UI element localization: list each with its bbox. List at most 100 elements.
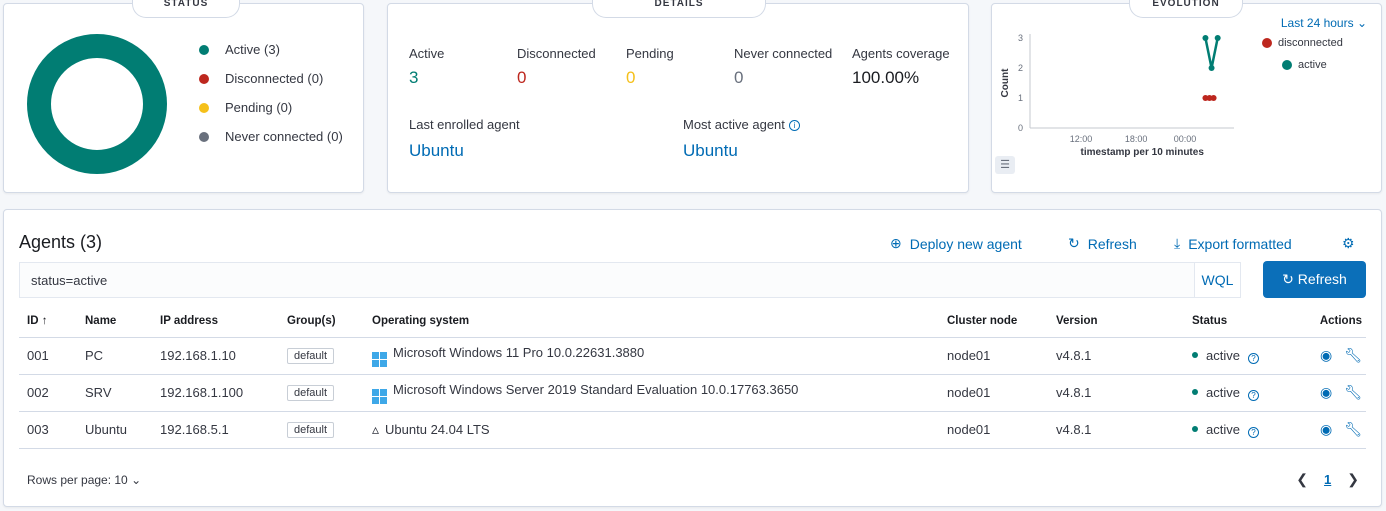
group-badge[interactable]: default: [287, 422, 335, 438]
time-range-picker[interactable]: Last 24 hours ⌄: [1281, 16, 1367, 30]
export-formatted-button[interactable]: ⤓ Export formatted: [1174, 235, 1292, 252]
group-badge[interactable]: default: [287, 348, 335, 364]
stat-label: Never connected: [734, 46, 833, 61]
eye-icon[interactable]: ◉: [1320, 421, 1332, 437]
search-bar[interactable]: status=active WQL: [19, 262, 1241, 298]
last-enrolled-agent: Last enrolled agent Ubuntu: [409, 117, 520, 161]
status-donut-chart[interactable]: [27, 34, 167, 174]
column-header-id[interactable]: ID ↑: [19, 305, 77, 338]
column-header-os[interactable]: Operating system: [364, 305, 939, 338]
evo-legend-label: disconnected: [1278, 37, 1343, 49]
wrench-icon[interactable]: 🔧︎: [1344, 347, 1362, 363]
column-header-ip[interactable]: IP address: [152, 305, 279, 338]
eye-icon[interactable]: ◉: [1320, 384, 1332, 400]
legend-item-pending[interactable]: Pending (0): [199, 93, 343, 122]
stat-label: Disconnected: [517, 46, 596, 61]
status-dot-icon: [1192, 388, 1198, 395]
search-input[interactable]: status=active: [31, 273, 107, 288]
column-header-groups[interactable]: Group(s): [279, 305, 364, 338]
plus-circle-icon: ⊕: [890, 235, 902, 251]
never-connected-dot-icon: [199, 131, 209, 142]
stat-value: 3: [409, 68, 419, 87]
column-header-version[interactable]: Version: [1048, 305, 1184, 338]
most-active-agent-link[interactable]: Ubuntu: [683, 141, 800, 161]
stat-label: Agents coverage: [852, 46, 950, 61]
list-icon[interactable]: ☰: [995, 156, 1015, 174]
refresh-link-button[interactable]: ↻ Refresh: [1068, 235, 1137, 252]
column-header-status[interactable]: Status: [1184, 305, 1299, 338]
help-icon[interactable]: ?: [1247, 426, 1259, 438]
table-header-row: ID ↑ Name IP address Group(s) Operating …: [19, 305, 1366, 338]
stat-never-connected[interactable]: Never connected 0: [734, 46, 832, 88]
column-header-cluster-node[interactable]: Cluster node: [939, 305, 1048, 338]
refresh-icon: ↻: [1068, 235, 1080, 251]
stat-value: 0: [734, 68, 744, 87]
stat-label: Last enrolled agent: [409, 117, 520, 132]
agent-actions-cell: ◉ 🔧︎: [1299, 374, 1366, 412]
settings-button[interactable]: ⚙: [1342, 235, 1355, 252]
evo-legend-item-active[interactable]: active: [1262, 54, 1343, 76]
x-tick-label: 18:00: [1125, 134, 1148, 144]
help-icon[interactable]: ?: [1247, 352, 1259, 364]
x-tick-label: 12:00: [1070, 134, 1093, 144]
legend-item-active[interactable]: Active (3): [199, 35, 343, 64]
gear-icon: ⚙: [1342, 235, 1355, 251]
legend-label: Pending (0): [225, 100, 293, 115]
status-dot-icon: [1192, 425, 1198, 432]
stat-disconnected[interactable]: Disconnected 0: [517, 46, 596, 88]
chevron-left-icon[interactable]: ❮: [1296, 471, 1308, 488]
wrench-icon[interactable]: 🔧︎: [1344, 384, 1362, 400]
last-enrolled-agent-link[interactable]: Ubuntu: [409, 141, 520, 161]
disconnected-dot-icon: [1262, 38, 1272, 48]
refresh-icon: ↻: [1282, 271, 1294, 287]
agent-status: active: [1206, 384, 1240, 400]
column-header-name[interactable]: Name: [77, 305, 152, 338]
status-panel-title: STATUS: [132, 0, 240, 18]
stat-active[interactable]: Active 3: [409, 46, 444, 88]
status-legend: Active (3) Disconnected (0) Pending (0) …: [199, 35, 343, 151]
page-number[interactable]: 1: [1324, 472, 1331, 487]
rows-per-page-select[interactable]: Rows per page: 10 ⌄: [27, 473, 141, 487]
pending-dot-icon: [199, 102, 209, 113]
table-row[interactable]: 003 Ubuntu 192.168.5.1 default ▵ Ubuntu 2…: [19, 411, 1366, 449]
y-axis-label: Count: [1000, 68, 1011, 98]
refresh-button[interactable]: ↻ Refresh: [1263, 261, 1366, 298]
legend-item-never-connected[interactable]: Never connected (0): [199, 122, 343, 151]
info-icon[interactable]: i: [788, 120, 800, 131]
time-range-label: Last 24 hours: [1280, 16, 1354, 30]
chevron-down-icon: ⌄: [1356, 16, 1367, 30]
wrench-icon[interactable]: 🔧︎: [1344, 421, 1362, 437]
legend-label: Disconnected (0): [225, 71, 324, 86]
pagination: ❮ 1 ❯: [1296, 471, 1359, 488]
evolution-chart[interactable]: 0 1 2 3 12:00 18:00 00:00 timestamp per 10 minu…: [992, 18, 1252, 188]
agents-panel: Agents (3) ⊕ Deploy new agent ↻ Refresh ⤓ E…: [3, 209, 1382, 507]
deploy-new-agent-button[interactable]: ⊕ Deploy new agent: [890, 235, 1022, 252]
table-row[interactable]: 001 PC 192.168.1.10 default Microsoft Wi…: [19, 337, 1366, 375]
agent-version: v4.8.1: [1048, 411, 1184, 449]
group-badge[interactable]: default: [287, 385, 335, 401]
agents-table: ID ↑ Name IP address Group(s) Operating …: [19, 305, 1366, 449]
legend-item-disconnected[interactable]: Disconnected (0): [199, 64, 343, 93]
refresh-link-label: Refresh: [1087, 235, 1137, 252]
eye-icon[interactable]: ◉: [1320, 347, 1332, 363]
chevron-right-icon[interactable]: ❯: [1347, 471, 1359, 488]
agent-status-cell: active?: [1184, 374, 1299, 412]
stat-label: Most active agent i: [683, 117, 800, 132]
agent-groups-cell: default: [279, 374, 364, 412]
stat-value: 0: [626, 68, 636, 87]
evo-legend-item-disconnected[interactable]: disconnected: [1262, 32, 1343, 54]
wql-toggle[interactable]: WQL: [1194, 263, 1240, 297]
download-icon: ⤓: [1174, 235, 1181, 251]
agent-groups-cell: default: [279, 411, 364, 449]
agent-os: Ubuntu 24.04 LTS: [385, 422, 490, 437]
table-row[interactable]: 002 SRV 192.168.1.100 default Microsoft …: [19, 374, 1366, 412]
agent-version: v4.8.1: [1048, 374, 1184, 412]
agent-name: PC: [77, 337, 152, 375]
most-active-label: Most active agent: [683, 117, 785, 132]
help-icon[interactable]: ?: [1247, 389, 1259, 401]
data-point-active: [1208, 65, 1215, 71]
agent-os: Microsoft Windows 11 Pro 10.0.22631.3880: [393, 344, 645, 360]
stat-agents-coverage: Agents coverage 100.00%: [852, 46, 950, 88]
stat-pending[interactable]: Pending 0: [626, 46, 674, 88]
linux-icon: ▵: [372, 421, 380, 437]
